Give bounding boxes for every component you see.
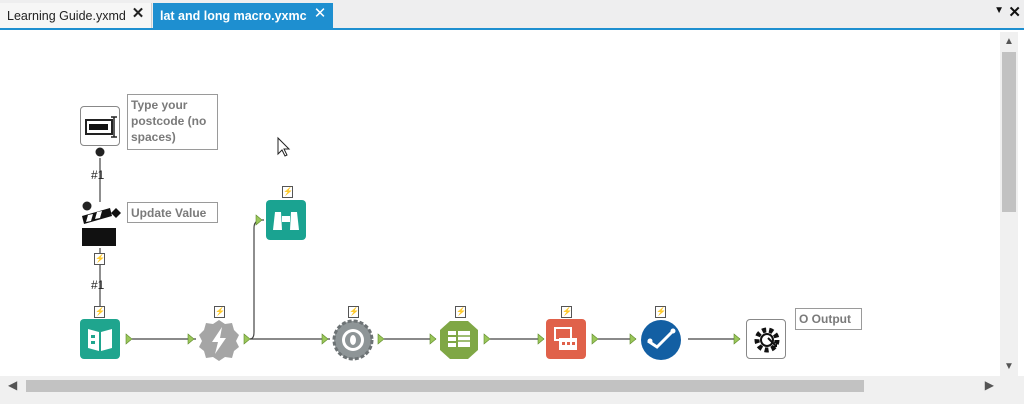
tab-bar: Learning Guide.yxmd ✕ lat and long macro… bbox=[0, 0, 1024, 30]
action-tool[interactable] bbox=[80, 206, 121, 246]
status-strip bbox=[0, 396, 1000, 404]
binoculars-icon bbox=[273, 212, 299, 230]
table-tool[interactable] bbox=[438, 319, 478, 359]
bolt-gear-icon bbox=[199, 320, 239, 361]
connection-label: #1 bbox=[91, 168, 105, 182]
tab-lat-long-macro[interactable]: lat and long macro.yxmc ✕ bbox=[153, 3, 333, 28]
close-all-icon[interactable]: ✕ bbox=[1008, 3, 1021, 21]
lightning-badge-icon: ⚡ bbox=[655, 306, 666, 318]
horizontal-scroll-thumb[interactable] bbox=[26, 380, 864, 392]
connection-label: #1 bbox=[91, 278, 105, 292]
check-tool[interactable] bbox=[640, 319, 681, 360]
tab-learning-guide[interactable]: Learning Guide.yxmd ✕ bbox=[0, 3, 152, 28]
formula-tool[interactable] bbox=[198, 319, 239, 361]
text-input-annotation: Type your postcode (no spaces) bbox=[127, 94, 218, 150]
workflow-window: Learning Guide.yxmd ✕ lat and long macro… bbox=[0, 0, 1024, 404]
close-icon[interactable]: ✕ bbox=[131, 6, 145, 21]
workflow-canvas[interactable]: #1 #1 ⚡ ⚡ ⚡ ⚡ ⚡ ⚡ ⚡ ⚡ Type your postcode… bbox=[0, 32, 1000, 376]
lightning-badge-icon: ⚡ bbox=[455, 306, 466, 318]
scroll-up-icon[interactable]: ▲ bbox=[1004, 36, 1014, 47]
vertical-scroll-thumb[interactable] bbox=[1002, 52, 1016, 212]
horizontal-scrollbar[interactable]: ◀ ▶ bbox=[0, 376, 1000, 396]
lightning-badge-icon: ⚡ bbox=[348, 306, 359, 318]
scrollbar-corner bbox=[1000, 376, 1024, 404]
text-box-icon bbox=[85, 116, 117, 138]
lightning-badge-icon: ⚡ bbox=[94, 253, 105, 265]
tab-label: lat and long macro.yxmc bbox=[160, 8, 307, 23]
checkmark-icon bbox=[641, 320, 681, 360]
gear-arrows-icon bbox=[754, 327, 780, 353]
lightning-badge-icon: ⚡ bbox=[94, 306, 105, 318]
vertical-scrollbar[interactable]: ▲ ▼ bbox=[1000, 32, 1018, 376]
target-gear-icon bbox=[332, 319, 374, 361]
tab-list-dropdown-icon[interactable]: ▼ bbox=[994, 5, 1004, 16]
scroll-right-icon[interactable]: ▶ bbox=[985, 378, 994, 392]
browse-tool[interactable] bbox=[266, 200, 306, 240]
lightning-badge-icon: ⚡ bbox=[282, 186, 293, 198]
clapperboard-icon bbox=[82, 208, 121, 246]
lightning-badge-icon: ⚡ bbox=[214, 306, 225, 318]
lightning-badge-icon: ⚡ bbox=[561, 306, 572, 318]
tab-label: Learning Guide.yxmd bbox=[7, 8, 126, 23]
transform-tool[interactable] bbox=[546, 319, 586, 359]
transform-icon bbox=[554, 327, 577, 350]
scroll-left-icon[interactable]: ◀ bbox=[8, 378, 17, 392]
macro-output-tool[interactable] bbox=[746, 319, 786, 359]
scroll-down-icon[interactable]: ▼ bbox=[1004, 361, 1014, 372]
table-icon bbox=[440, 321, 478, 359]
output-annotation: O Output bbox=[795, 308, 862, 330]
update-value-annotation: Update Value bbox=[127, 202, 218, 223]
text-input-tool[interactable] bbox=[80, 106, 120, 146]
geo-tool[interactable] bbox=[332, 319, 374, 361]
book-icon bbox=[88, 329, 112, 351]
close-icon[interactable]: ✕ bbox=[313, 6, 327, 21]
macro-input-tool[interactable] bbox=[80, 319, 120, 359]
